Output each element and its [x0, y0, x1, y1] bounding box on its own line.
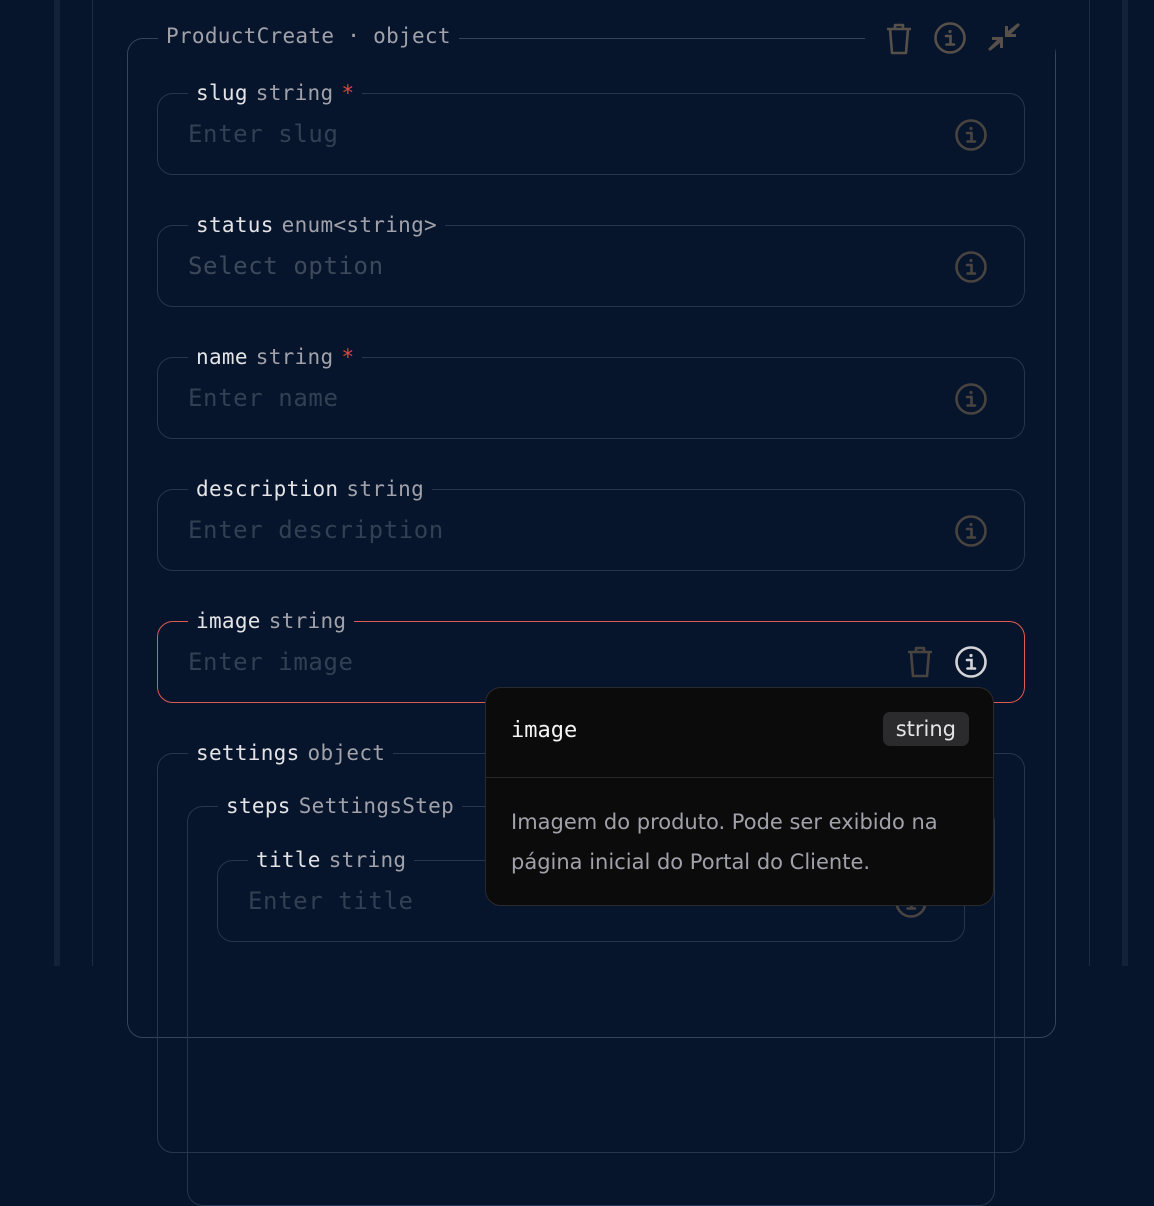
tooltip-type-badge: string	[882, 712, 969, 746]
tooltip-header: image string	[486, 688, 993, 778]
column-guide-left	[92, 0, 93, 966]
description-input[interactable]: Enter description	[188, 514, 444, 546]
status-label: status enum<string>	[188, 211, 445, 239]
field-type: string	[328, 848, 407, 872]
collapse-arrows-icon[interactable]	[987, 20, 1021, 54]
object-title: ProductCreate	[166, 24, 335, 48]
column-border-right	[1122, 0, 1128, 966]
description-field[interactable]: description string Enter description	[157, 475, 1025, 571]
info-icon[interactable]	[933, 21, 967, 55]
field-name: status	[196, 213, 274, 237]
info-icon[interactable]	[954, 645, 988, 679]
field-name: description	[196, 477, 339, 501]
field-name: image	[196, 609, 261, 633]
info-icon[interactable]	[954, 118, 988, 152]
field-type: string	[255, 345, 334, 369]
required-marker: *	[341, 81, 355, 105]
name-input[interactable]: Enter name	[188, 382, 339, 414]
description-label: description string	[188, 475, 433, 503]
object-legend: ProductCreate · object	[158, 22, 459, 50]
column-border-left	[54, 0, 60, 966]
object-type: object	[373, 24, 451, 48]
image-label: image string	[188, 607, 355, 635]
field-type: string	[255, 81, 334, 105]
slug-field[interactable]: slug string * Enter slug	[157, 79, 1025, 175]
field-type: string	[346, 477, 425, 501]
info-icon[interactable]	[954, 250, 988, 284]
field-type: object	[307, 741, 386, 765]
title-input[interactable]: Enter title	[248, 885, 414, 917]
field-name: title	[256, 848, 321, 872]
field-type: enum<string>	[281, 213, 437, 237]
field-name: settings	[196, 741, 300, 765]
image-input[interactable]: Enter image	[188, 646, 354, 678]
field-name: name	[196, 345, 248, 369]
status-select[interactable]: Select option	[188, 250, 384, 282]
info-icon[interactable]	[954, 514, 988, 548]
name-field[interactable]: name string * Enter name	[157, 343, 1025, 439]
slug-input[interactable]: Enter slug	[188, 118, 339, 150]
field-name: slug	[196, 81, 248, 105]
field-type: string	[268, 609, 347, 633]
status-field[interactable]: status enum<string> Select option	[157, 211, 1025, 307]
name-label: name string *	[188, 343, 363, 371]
required-marker: *	[341, 345, 355, 369]
object-separator: ·	[347, 24, 361, 48]
field-name: steps	[226, 794, 291, 818]
column-guide-right	[1089, 0, 1090, 966]
trash-icon[interactable]	[906, 645, 934, 679]
field-type: SettingsStep	[298, 794, 455, 818]
field-info-tooltip: image string Imagem do produto. Pode ser…	[485, 687, 994, 906]
tooltip-field-name: image	[511, 718, 578, 743]
tooltip-description: Imagem do produto. Pode ser exibido na p…	[511, 810, 938, 874]
title-label: title string	[248, 846, 415, 874]
slug-label: slug string *	[188, 79, 363, 107]
steps-label: steps SettingsStep	[218, 792, 463, 820]
trash-icon[interactable]	[885, 19, 913, 59]
settings-label: settings object	[188, 739, 394, 767]
info-icon[interactable]	[954, 382, 988, 416]
